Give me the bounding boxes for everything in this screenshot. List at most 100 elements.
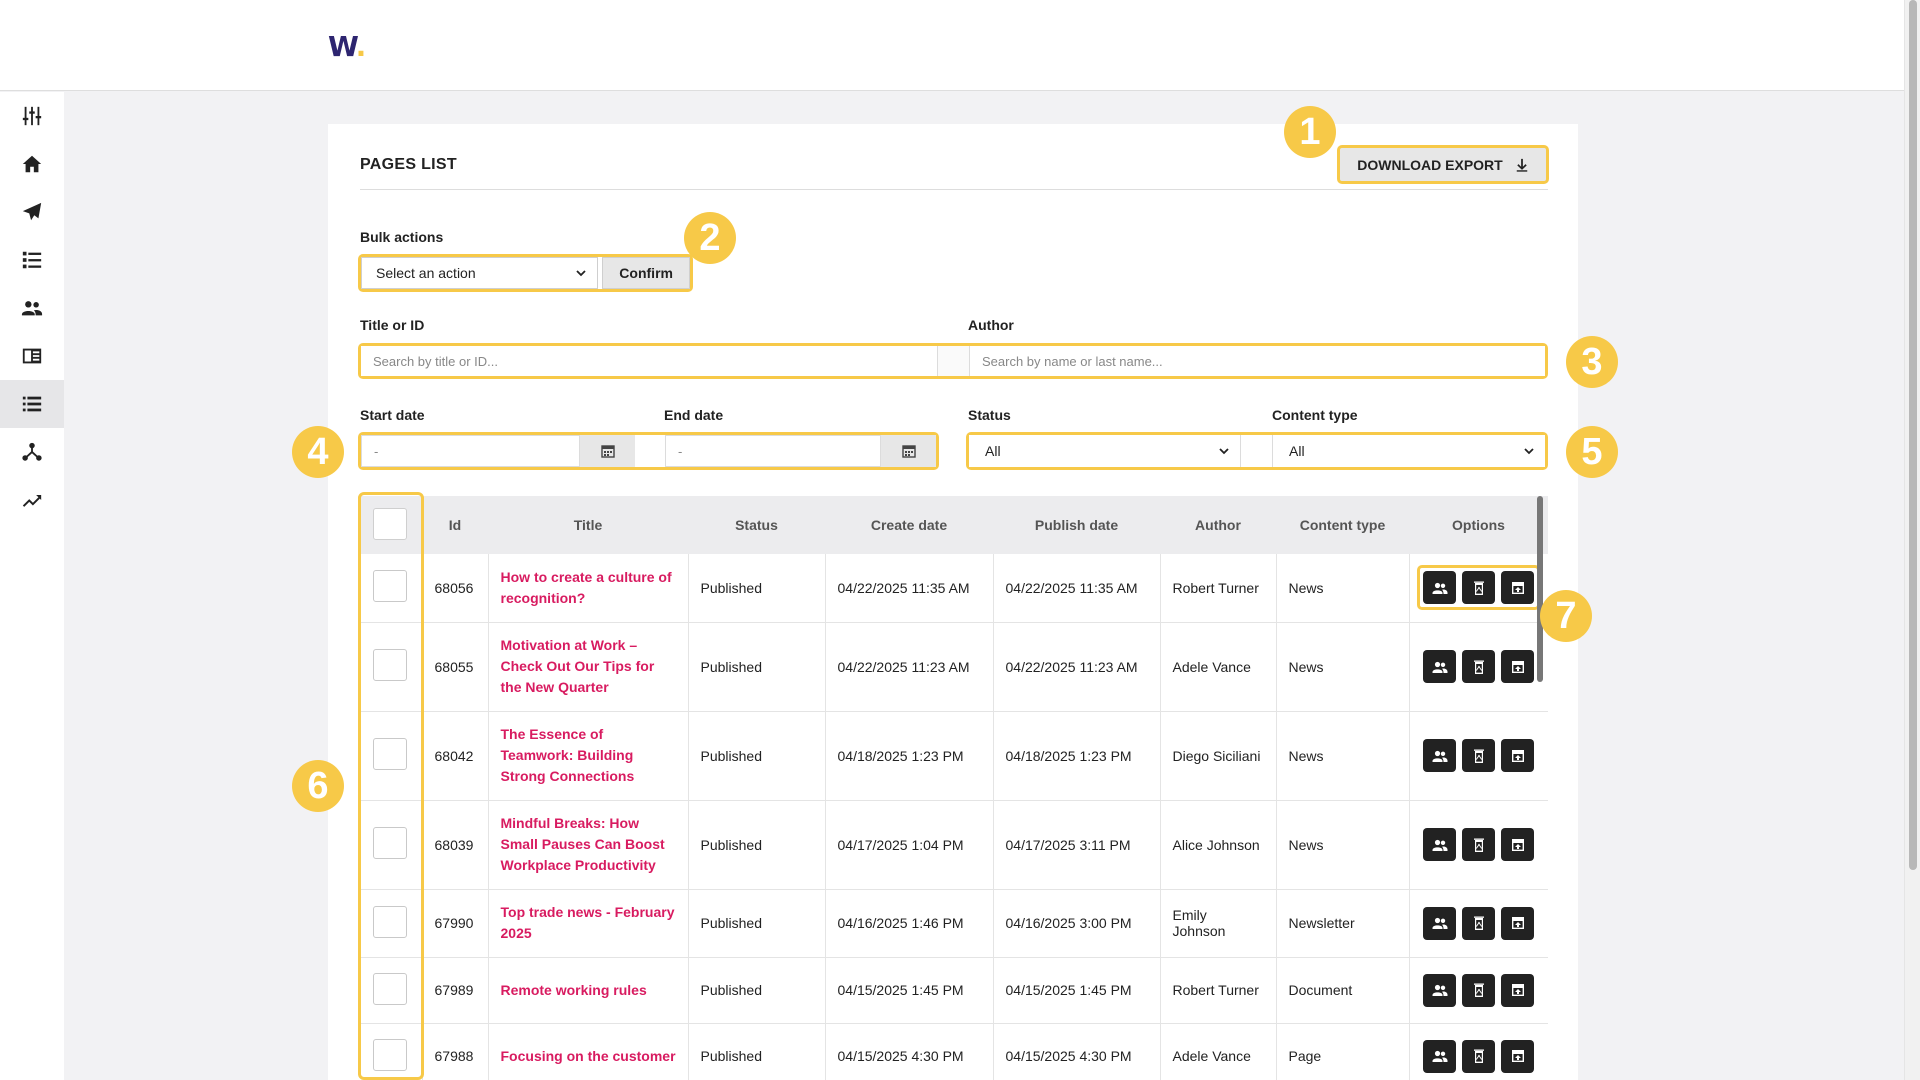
cell-options bbox=[1409, 622, 1548, 712]
row-checkbox[interactable] bbox=[372, 570, 407, 603]
cell-publish-date: 04/22/2025 11:23 AM bbox=[993, 622, 1161, 712]
download-export-button[interactable]: DOWNLOAD EXPORT bbox=[1337, 145, 1549, 184]
archive-button[interactable] bbox=[1501, 828, 1535, 861]
bulk-confirm-button[interactable]: Confirm bbox=[602, 257, 690, 289]
archive-icon bbox=[1511, 660, 1524, 673]
cell-title: Mindful Breaks: How Small Pauses Can Boo… bbox=[488, 800, 689, 890]
row-options bbox=[1417, 733, 1540, 778]
page-scrollbar-thumb[interactable] bbox=[1909, 0, 1917, 870]
end-date-input[interactable]: - bbox=[665, 435, 881, 467]
row-checkbox[interactable] bbox=[372, 905, 407, 938]
audience-icon bbox=[1432, 1050, 1448, 1062]
delete-button[interactable] bbox=[1462, 906, 1496, 940]
page-title-link[interactable]: Focusing on the customer bbox=[501, 1046, 676, 1067]
sidebar-item-publish[interactable] bbox=[0, 188, 64, 236]
calendar-icon bbox=[600, 445, 615, 458]
start-date-picker-button[interactable] bbox=[580, 435, 635, 467]
row-checkbox[interactable] bbox=[372, 972, 407, 1005]
cell-options bbox=[1409, 889, 1548, 958]
delete-button[interactable] bbox=[1462, 739, 1496, 772]
sidebar-item-analytics[interactable] bbox=[0, 476, 64, 524]
cell-status: Published bbox=[688, 800, 826, 890]
archive-button[interactable] bbox=[1501, 650, 1535, 683]
cell-author: Robert Turner bbox=[1160, 957, 1277, 1024]
audience-button[interactable] bbox=[1423, 739, 1457, 772]
table-row: 68042 The Essence of Teamwork: Building S… bbox=[358, 711, 1548, 801]
column-header-status[interactable]: Status bbox=[688, 496, 825, 554]
audience-icon bbox=[1432, 839, 1448, 851]
row-checkbox[interactable] bbox=[372, 738, 407, 770]
cell-create-date: 04/15/2025 1:45 PM bbox=[825, 957, 994, 1024]
sidebar-item-pages[interactable] bbox=[0, 380, 64, 428]
column-header-id[interactable]: Id bbox=[422, 496, 488, 554]
audience-button[interactable] bbox=[1423, 906, 1457, 940]
download-icon bbox=[1516, 158, 1527, 172]
top-bar: W. bbox=[0, 0, 1904, 91]
row-checkbox[interactable] bbox=[372, 1038, 407, 1071]
page-title-link[interactable]: How to create a culture of recognition? bbox=[501, 567, 676, 609]
archive-button[interactable] bbox=[1501, 906, 1535, 940]
cell-create-date: 04/16/2025 1:46 PM bbox=[825, 889, 994, 958]
sidebar-item-settings[interactable] bbox=[0, 92, 64, 140]
delete-button[interactable] bbox=[1462, 650, 1496, 683]
newspaper-icon bbox=[22, 348, 42, 364]
title-id-search-input[interactable]: Search by title or ID... bbox=[361, 346, 938, 376]
cell-id: 68042 bbox=[422, 711, 489, 801]
audience-button[interactable] bbox=[1423, 973, 1457, 1007]
table-scrollbar[interactable] bbox=[1537, 496, 1543, 682]
content-type-select[interactable]: All bbox=[1273, 435, 1545, 467]
audience-button[interactable] bbox=[1423, 650, 1457, 683]
audience-button[interactable] bbox=[1423, 828, 1457, 861]
sidebar-item-lists[interactable] bbox=[0, 236, 64, 284]
page-title-link[interactable]: Motivation at Work – Check Out Our Tips … bbox=[501, 635, 676, 698]
cell-create-date: 04/22/2025 11:35 AM bbox=[825, 554, 994, 623]
row-options bbox=[1417, 1034, 1540, 1079]
row-checkbox[interactable] bbox=[372, 827, 407, 859]
audience-button[interactable] bbox=[1423, 1039, 1457, 1073]
author-search-input[interactable]: Search by name or last name... bbox=[970, 346, 1545, 376]
marker-6: 6 bbox=[292, 760, 344, 812]
page-title-link[interactable]: Mindful Breaks: How Small Pauses Can Boo… bbox=[501, 813, 676, 876]
status-select-value: All bbox=[985, 443, 1001, 459]
column-header-content-type[interactable]: Content type bbox=[1276, 496, 1409, 554]
archive-button[interactable] bbox=[1501, 973, 1535, 1007]
page-title-link[interactable]: Remote working rules bbox=[501, 980, 676, 1001]
audience-icon bbox=[1432, 984, 1448, 996]
marker-5: 5 bbox=[1566, 426, 1618, 478]
cell-publish-date: 04/17/2025 3:11 PM bbox=[993, 800, 1161, 890]
row-checkbox[interactable] bbox=[372, 649, 407, 681]
archive-button[interactable] bbox=[1501, 571, 1535, 605]
audience-button[interactable] bbox=[1423, 571, 1457, 605]
table-header-row: Id Title Status Create date Publish date… bbox=[358, 496, 1548, 554]
column-header-create-date[interactable]: Create date bbox=[825, 496, 993, 554]
archive-button[interactable] bbox=[1501, 739, 1535, 772]
sidebar-item-news[interactable] bbox=[0, 332, 64, 380]
bulk-action-select[interactable]: Select an action bbox=[361, 257, 599, 289]
cell-author: Emily Johnson bbox=[1160, 889, 1277, 958]
column-header-publish-date[interactable]: Publish date bbox=[993, 496, 1160, 554]
archive-button[interactable] bbox=[1501, 1039, 1535, 1073]
start-date-input[interactable]: - bbox=[361, 435, 580, 467]
content-type-label: Content type bbox=[1272, 407, 1358, 423]
delete-button[interactable] bbox=[1462, 973, 1496, 1007]
cell-title: How to create a culture of recognition? bbox=[488, 554, 689, 623]
sidebar-item-users[interactable] bbox=[0, 284, 64, 332]
delete-button[interactable] bbox=[1462, 571, 1496, 605]
sidebar-item-network[interactable] bbox=[0, 428, 64, 476]
page-title-link[interactable]: The Essence of Teamwork: Building Strong… bbox=[501, 724, 676, 787]
page-scrollbar[interactable] bbox=[1904, 0, 1920, 1080]
delete-button[interactable] bbox=[1462, 1039, 1496, 1073]
column-header-title[interactable]: Title bbox=[488, 496, 688, 554]
cell-id: 67989 bbox=[422, 957, 489, 1024]
app-logo[interactable]: W. bbox=[328, 30, 366, 63]
list-icon bbox=[22, 251, 42, 269]
status-select[interactable]: All bbox=[969, 435, 1241, 467]
select-all-checkbox[interactable] bbox=[373, 507, 407, 540]
page-title-link[interactable]: Top trade news - February 2025 bbox=[501, 902, 676, 944]
sidebar-item-home[interactable] bbox=[0, 140, 64, 188]
end-date-picker-button[interactable] bbox=[881, 435, 936, 467]
delete-button[interactable] bbox=[1462, 828, 1496, 861]
column-header-author[interactable]: Author bbox=[1160, 496, 1276, 554]
cell-options bbox=[1409, 957, 1548, 1024]
title-divider bbox=[360, 189, 1548, 190]
